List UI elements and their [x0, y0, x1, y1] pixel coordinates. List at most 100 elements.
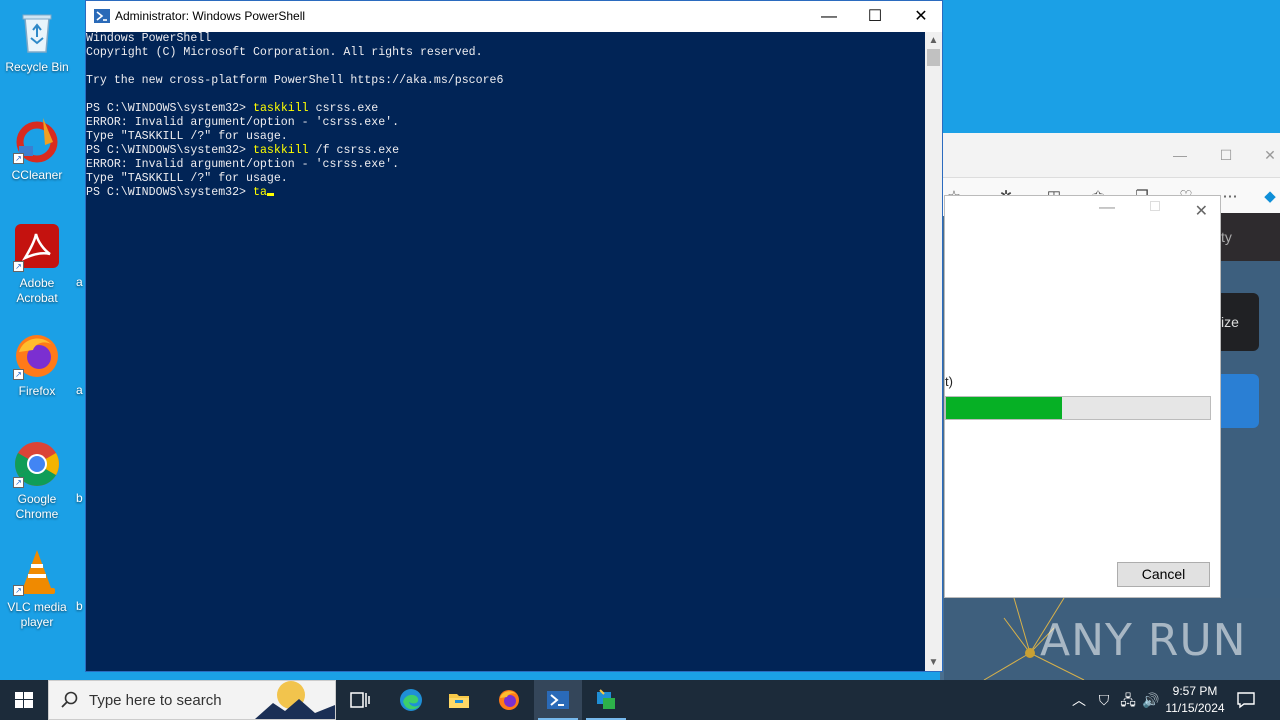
- console-text: PS C:\WINDOWS\system32>: [86, 186, 253, 199]
- window-title: Administrator: Windows PowerShell: [115, 9, 306, 23]
- task-view-button[interactable]: [336, 680, 384, 720]
- console-text: Copyright (C) Microsoft Corporation. All…: [86, 46, 483, 59]
- shortcut-arrow-icon: ↗: [13, 369, 24, 380]
- console-output[interactable]: Windows PowerShell Copyright (C) Microsof…: [86, 32, 926, 671]
- dialog-close-button[interactable]: ✕: [1195, 201, 1208, 221]
- cancel-button[interactable]: Cancel: [1117, 562, 1210, 587]
- clock-date: 11/15/2024: [1165, 701, 1225, 715]
- notification-center-icon[interactable]: [1236, 690, 1256, 710]
- powershell-window[interactable]: Administrator: Windows PowerShell — ☐ ✕ …: [85, 0, 943, 672]
- scroll-up-arrow-icon[interactable]: ▲: [925, 32, 942, 49]
- console-text: Type "TASKKILL /?" for usage.: [86, 130, 288, 143]
- windows-start-icon: [15, 692, 33, 708]
- app-icon: [597, 689, 615, 709]
- console-text: ERROR: Invalid argument/option - 'csrss.…: [86, 116, 400, 129]
- taskbar-file-explorer[interactable]: [435, 680, 483, 720]
- acrobat-icon: ↗: [13, 224, 61, 272]
- dialog-maximize-button: [1150, 201, 1160, 211]
- firefox-icon: ↗: [13, 332, 61, 380]
- show-hidden-icons-button[interactable]: ︿: [1068, 680, 1090, 720]
- desktop-icon-label: Chrome: [15, 507, 59, 521]
- file-explorer-icon: [449, 694, 469, 708]
- console-text: PS C:\WINDOWS\system32>: [86, 102, 253, 115]
- desktop-icon-label: CCleaner: [11, 168, 63, 182]
- console-line: Type "TASKKILL /?" for usage.: [86, 130, 926, 144]
- console-line: Copyright (C) Microsoft Corporation. All…: [86, 46, 926, 60]
- security-icon[interactable]: ⛉: [1093, 680, 1115, 720]
- scrollbar-thumb[interactable]: [927, 49, 940, 66]
- progress-bar-fill: [946, 397, 1063, 419]
- taskbar-edge[interactable]: [387, 680, 435, 720]
- taskbar-powershell[interactable]: [534, 680, 582, 720]
- desktop-icon-label: Recycle Bin: [5, 60, 69, 74]
- start-button[interactable]: [0, 680, 48, 720]
- console-text: PS C:\WINDOWS\system32>: [86, 144, 253, 157]
- maximize-button[interactable]: ☐: [852, 1, 898, 32]
- desktop-icon-vlc[interactable]: ↗ VLC media player: [2, 548, 72, 630]
- desktop-icon-recycle-bin[interactable]: Recycle Bin: [2, 8, 72, 75]
- console-text: Try the new cross-platform PowerShell ht…: [86, 74, 504, 87]
- text-cursor: [266, 193, 274, 196]
- desktop-icon-label: Google: [17, 492, 57, 506]
- search-placeholder: Type here to search: [89, 692, 222, 709]
- edge-page-header-text: ty: [1221, 213, 1280, 261]
- progress-dialog[interactable]: — ✕ t) Cancel: [944, 195, 1221, 598]
- vertical-scrollbar[interactable]: ▲ ▼: [925, 32, 942, 671]
- taskbar-firefox[interactable]: [485, 680, 533, 720]
- powershell-titlebar[interactable]: Administrator: Windows PowerShell — ☐ ✕: [86, 1, 942, 32]
- console-line: PS C:\WINDOWS\system32> ta: [86, 186, 926, 200]
- edge-page-button[interactable]: ize: [1221, 293, 1259, 351]
- taskbar-app[interactable]: [582, 680, 630, 720]
- edge-titlebar[interactable]: — ☐ ✕: [940, 133, 1280, 178]
- search-highlight-art-icon: [255, 681, 335, 719]
- desktop-icon-google-chrome[interactable]: ↗ Google Chrome: [2, 440, 72, 522]
- console-line: PS C:\WINDOWS\system32> taskkill /f csrs…: [86, 144, 926, 158]
- console-line: PS C:\WINDOWS\system32> taskkill csrss.e…: [86, 102, 926, 116]
- task-view-icon: [350, 692, 370, 708]
- system-clock[interactable]: 9:57 PM 11/15/2024: [1160, 683, 1230, 717]
- console-args: csrss.exe: [308, 102, 379, 115]
- progress-bar: [945, 396, 1211, 420]
- console-line: ERROR: Invalid argument/option - 'csrss.…: [86, 116, 926, 130]
- shortcut-arrow-icon: ↗: [13, 477, 24, 488]
- shortcut-arrow-icon: ↗: [13, 585, 24, 596]
- network-icon[interactable]: 🖧: [1117, 680, 1139, 720]
- desktop-icon-label: Acrobat: [16, 291, 58, 305]
- anyrun-watermark: ANY RUN: [1040, 615, 1247, 666]
- edge-close-button[interactable]: ✕: [1254, 141, 1280, 169]
- desktop-icon-label-fragment: a: [76, 383, 83, 397]
- desktop-icon-firefox[interactable]: ↗ Firefox: [2, 332, 72, 399]
- edge-page-primary-button[interactable]: [1221, 374, 1259, 428]
- search-icon: [61, 691, 78, 708]
- desktop-icon-label-fragment: b: [76, 599, 83, 613]
- console-line: Type "TASKKILL /?" for usage.: [86, 172, 926, 186]
- edge-page-side: ty ize: [1221, 213, 1280, 598]
- volume-icon[interactable]: 🔊: [1140, 680, 1162, 720]
- dialog-minimize-button[interactable]: —: [1099, 199, 1115, 217]
- powershell-icon: [547, 691, 569, 709]
- minimize-button[interactable]: —: [806, 1, 852, 32]
- edge-maximize-button[interactable]: ☐: [1210, 141, 1242, 169]
- more-options-icon[interactable]: ⋯: [1220, 187, 1240, 207]
- console-line: Windows PowerShell: [86, 32, 926, 46]
- recycle-bin-icon: [13, 8, 61, 56]
- console-command: taskkill: [252, 144, 309, 157]
- shortcut-arrow-icon: ↗: [13, 261, 24, 272]
- console-line: ERROR: Invalid argument/option - 'csrss.…: [86, 158, 926, 172]
- desktop-icon-ccleaner[interactable]: ↗ CCleaner: [2, 116, 72, 183]
- console-command: taskkill: [252, 102, 309, 115]
- desktop-icon-adobe-acrobat[interactable]: ↗ Adobe Acrobat: [2, 224, 72, 306]
- clock-time: 9:57 PM: [1172, 684, 1218, 698]
- console-text: Windows PowerShell: [86, 32, 212, 45]
- console-args: /f csrss.exe: [308, 144, 400, 157]
- search-box[interactable]: Type here to search: [48, 680, 336, 720]
- taskbar: Type here to search ︿ ⛉ 🖧 🔊 9:57 PM 11/1…: [0, 680, 1280, 720]
- desktop-icon-label: player: [20, 615, 54, 629]
- close-button[interactable]: ✕: [898, 1, 944, 32]
- copilot-icon[interactable]: ◆: [1260, 187, 1280, 207]
- edge-minimize-button[interactable]: —: [1164, 141, 1196, 169]
- scroll-down-arrow-icon[interactable]: ▼: [925, 654, 942, 671]
- chrome-icon: ↗: [13, 440, 61, 488]
